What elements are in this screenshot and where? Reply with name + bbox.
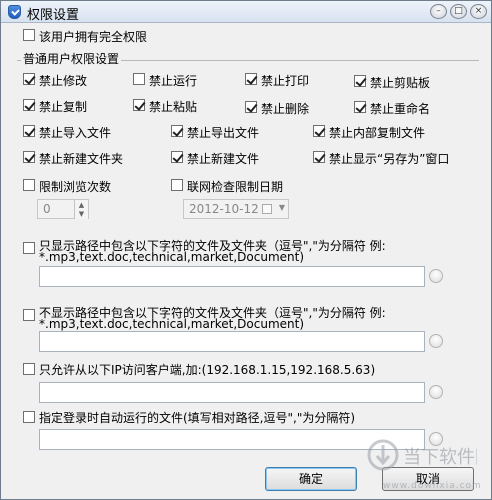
perm-checkbox-modify[interactable]: [23, 73, 35, 85]
browse-count-stepper[interactable]: 0 ▲ ▼: [37, 199, 89, 219]
title-bar: 权限设置 – □ ×: [1, 1, 491, 23]
perm-label-copy: 禁止复制: [39, 100, 88, 114]
limit-browse-label: 限制浏览次数: [39, 180, 112, 194]
full-permission-checkbox[interactable]: [23, 29, 35, 41]
ip-allow-input[interactable]: [39, 382, 425, 403]
path-show-browse-button[interactable]: [429, 269, 443, 283]
ip-allow-label: 只允许从以下IP访问客户端,加:(192.168.1.15,192.168.5.…: [39, 363, 376, 377]
ip-allow-browse-button[interactable]: [429, 385, 443, 399]
perm-label-delete: 禁止删除: [261, 102, 310, 116]
autorun-checkbox[interactable]: [23, 411, 35, 423]
window-title: 权限设置: [27, 8, 80, 23]
ok-button[interactable]: 确定: [265, 467, 357, 491]
browse-count-value: 0: [43, 202, 51, 216]
perm-checkbox-copy[interactable]: [23, 99, 35, 111]
perm-checkbox-internal-copy[interactable]: [313, 125, 325, 137]
watermark-domain: www.downxia.com: [383, 481, 482, 491]
autorun-label: 指定登录时自动运行的文件(填写相对路径,逗号","为分隔符): [39, 411, 356, 425]
watermark-logo: 当下软件园 www.downxia.com: [367, 437, 492, 497]
perm-checkbox-new-file[interactable]: [171, 151, 183, 163]
path-hide-browse-button[interactable]: [429, 334, 443, 348]
online-check-checkbox[interactable]: [171, 179, 183, 191]
watermark-arrow-icon: 当下软件园: [367, 439, 492, 471]
permission-settings-dialog: 权限设置 – □ × 该用户拥有完全权限 普通用户权限设置 禁止修改 禁止运行 …: [0, 0, 492, 500]
perm-label-rename: 禁止重命名: [370, 102, 431, 116]
perm-label-save-as: 禁止显示“另存为”窗口: [329, 152, 450, 166]
perm-label-import: 禁止导入文件: [39, 126, 112, 140]
full-permission-label: 该用户拥有完全权限: [39, 30, 148, 44]
perm-checkbox-paste[interactable]: [133, 99, 145, 111]
limit-date-picker[interactable]: 2012-10-12 ▼: [183, 199, 289, 219]
perm-checkbox-run[interactable]: [133, 73, 145, 85]
perm-checkbox-delete[interactable]: [245, 101, 257, 113]
chevron-down-icon: ▼: [278, 203, 285, 212]
maximize-button[interactable]: □: [450, 4, 467, 19]
path-hide-example: *.mp3,text.doc,technical,market,Document…: [39, 317, 305, 331]
path-hide-input[interactable]: [39, 331, 425, 352]
perm-label-print: 禁止打印: [261, 74, 310, 88]
perm-checkbox-export[interactable]: [171, 125, 183, 137]
perm-label-modify: 禁止修改: [39, 74, 88, 88]
perm-label-new-folder: 禁止新建文件夹: [39, 152, 124, 166]
perm-label-clipboard: 禁止剪贴板: [370, 76, 431, 90]
perm-label-run: 禁止运行: [149, 74, 198, 88]
perm-checkbox-new-folder[interactable]: [23, 151, 35, 163]
path-show-input[interactable]: [39, 266, 425, 287]
permission-group-title: 普通用户权限设置: [21, 50, 122, 67]
ip-allow-checkbox[interactable]: [23, 363, 35, 375]
close-button[interactable]: ×: [470, 4, 487, 19]
perm-label-internal-copy: 禁止内部复制文件: [329, 126, 426, 140]
watermark-brand: 当下软件园: [403, 447, 477, 468]
online-check-label: 联网检查限制日期: [187, 180, 284, 194]
minimize-button[interactable]: –: [430, 4, 447, 19]
perm-checkbox-rename[interactable]: [354, 101, 366, 113]
calendar-icon: [262, 204, 272, 214]
perm-checkbox-save-as[interactable]: [313, 151, 325, 163]
perm-label-export: 禁止导出文件: [187, 126, 260, 140]
perm-checkbox-import[interactable]: [23, 125, 35, 137]
spin-down-icon[interactable]: ▼: [74, 209, 88, 219]
limit-browse-checkbox[interactable]: [23, 179, 35, 191]
path-show-example: *.mp3,text.doc,technical,market,Document…: [39, 250, 305, 264]
perm-checkbox-clipboard[interactable]: [354, 75, 366, 87]
perm-label-new-file: 禁止新建文件: [187, 152, 260, 166]
perm-checkbox-print[interactable]: [245, 73, 257, 85]
limit-date-value: 2012-10-12: [189, 202, 259, 216]
shield-check-icon: [8, 5, 21, 19]
perm-label-paste: 禁止粘贴: [149, 100, 198, 114]
path-hide-checkbox[interactable]: [23, 309, 35, 321]
path-show-checkbox[interactable]: [23, 242, 35, 254]
